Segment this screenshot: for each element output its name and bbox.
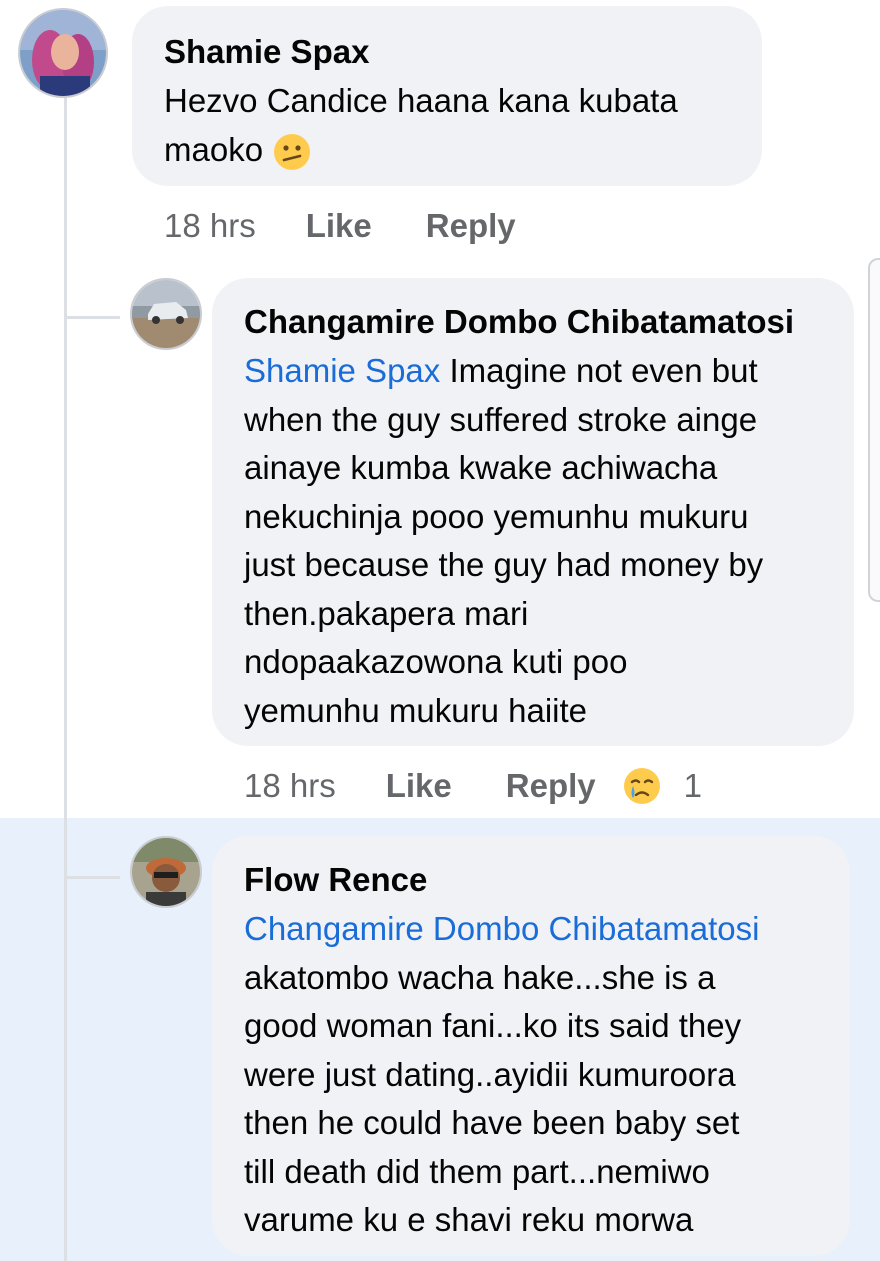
comment-bubble: Changamire Dombo Chibatamatosi Shamie Sp… xyxy=(212,278,854,746)
comment-text-line: nekuchinja pooo yemunhu mukuru xyxy=(244,497,749,535)
reaction-count[interactable]: 1 xyxy=(684,767,702,805)
comment-timestamp[interactable]: 18 hrs xyxy=(244,767,336,805)
avatar[interactable] xyxy=(130,278,202,350)
scroll-indicator[interactable] xyxy=(868,258,880,602)
comment-text-line: yemunhu mukuru haiite xyxy=(244,691,588,729)
comment-bubble: Flow Rence Changamire Dombo Chibatamatos… xyxy=(212,836,850,1256)
avatar[interactable] xyxy=(18,8,108,98)
reply-button[interactable]: Reply xyxy=(506,767,596,805)
comment-text-line: till death did them part...nemiwo xyxy=(244,1152,710,1190)
like-button[interactable]: Like xyxy=(306,207,372,245)
comment-text-line: then he could have been baby set xyxy=(244,1104,740,1141)
comment-text: Imagine not even but xyxy=(440,352,758,389)
comment-text-line: good woman fani...ko its said they xyxy=(244,1007,742,1044)
comment-timestamp[interactable]: 18 hrs xyxy=(164,207,256,245)
crying-face-icon[interactable] xyxy=(622,766,662,806)
like-button[interactable]: Like xyxy=(386,767,452,805)
avatar[interactable] xyxy=(130,836,202,908)
comment-author[interactable]: Shamie Spax xyxy=(164,30,730,74)
comment-actions: 18 hrs Like Reply 1 xyxy=(244,762,702,810)
comment-text-line: then.pakapera mari xyxy=(244,594,529,632)
comment-text: maoko xyxy=(164,130,264,168)
mention-link[interactable]: Changamire Dombo Chibatamatosi xyxy=(244,905,818,954)
comment-bubble: Shamie Spax Hezvo Candice haana kana kub… xyxy=(132,6,762,186)
comment-text-line: when the guy suffered stroke ainge xyxy=(244,400,758,438)
comment-text-line: were just dating..ayidii kumuroora xyxy=(244,1055,736,1093)
comment-actions: 18 hrs Like Reply xyxy=(164,202,516,250)
comment-text-line-with-emoji: maoko xyxy=(164,126,730,175)
comment-text-line: ndopaakazowona kuti poo xyxy=(244,643,628,680)
comment-text-line: ainaye kumba kwake achiwacha xyxy=(244,449,718,486)
confused-face-icon xyxy=(274,133,311,170)
reply-button[interactable]: Reply xyxy=(426,207,516,245)
comment-text-line: Hezvo Candice haana kana kubata xyxy=(164,82,678,119)
mention-link[interactable]: Shamie Spax xyxy=(244,352,440,389)
reply-branch-line xyxy=(64,316,120,319)
comment-text-line: Shamie Spax Imagine not even but xyxy=(244,347,822,396)
comment-author[interactable]: Changamire Dombo Chibatamatosi xyxy=(244,300,822,344)
comment-text-line: varume ku e shavi reku morwa xyxy=(244,1201,694,1238)
comment-text-line: just because the guy had money by xyxy=(244,546,764,583)
comment-author[interactable]: Flow Rence xyxy=(244,858,818,902)
thread-line xyxy=(64,96,67,1261)
reply-branch-line xyxy=(64,876,120,879)
comment-text-line: akatombo wacha hake...she is a xyxy=(244,958,716,996)
